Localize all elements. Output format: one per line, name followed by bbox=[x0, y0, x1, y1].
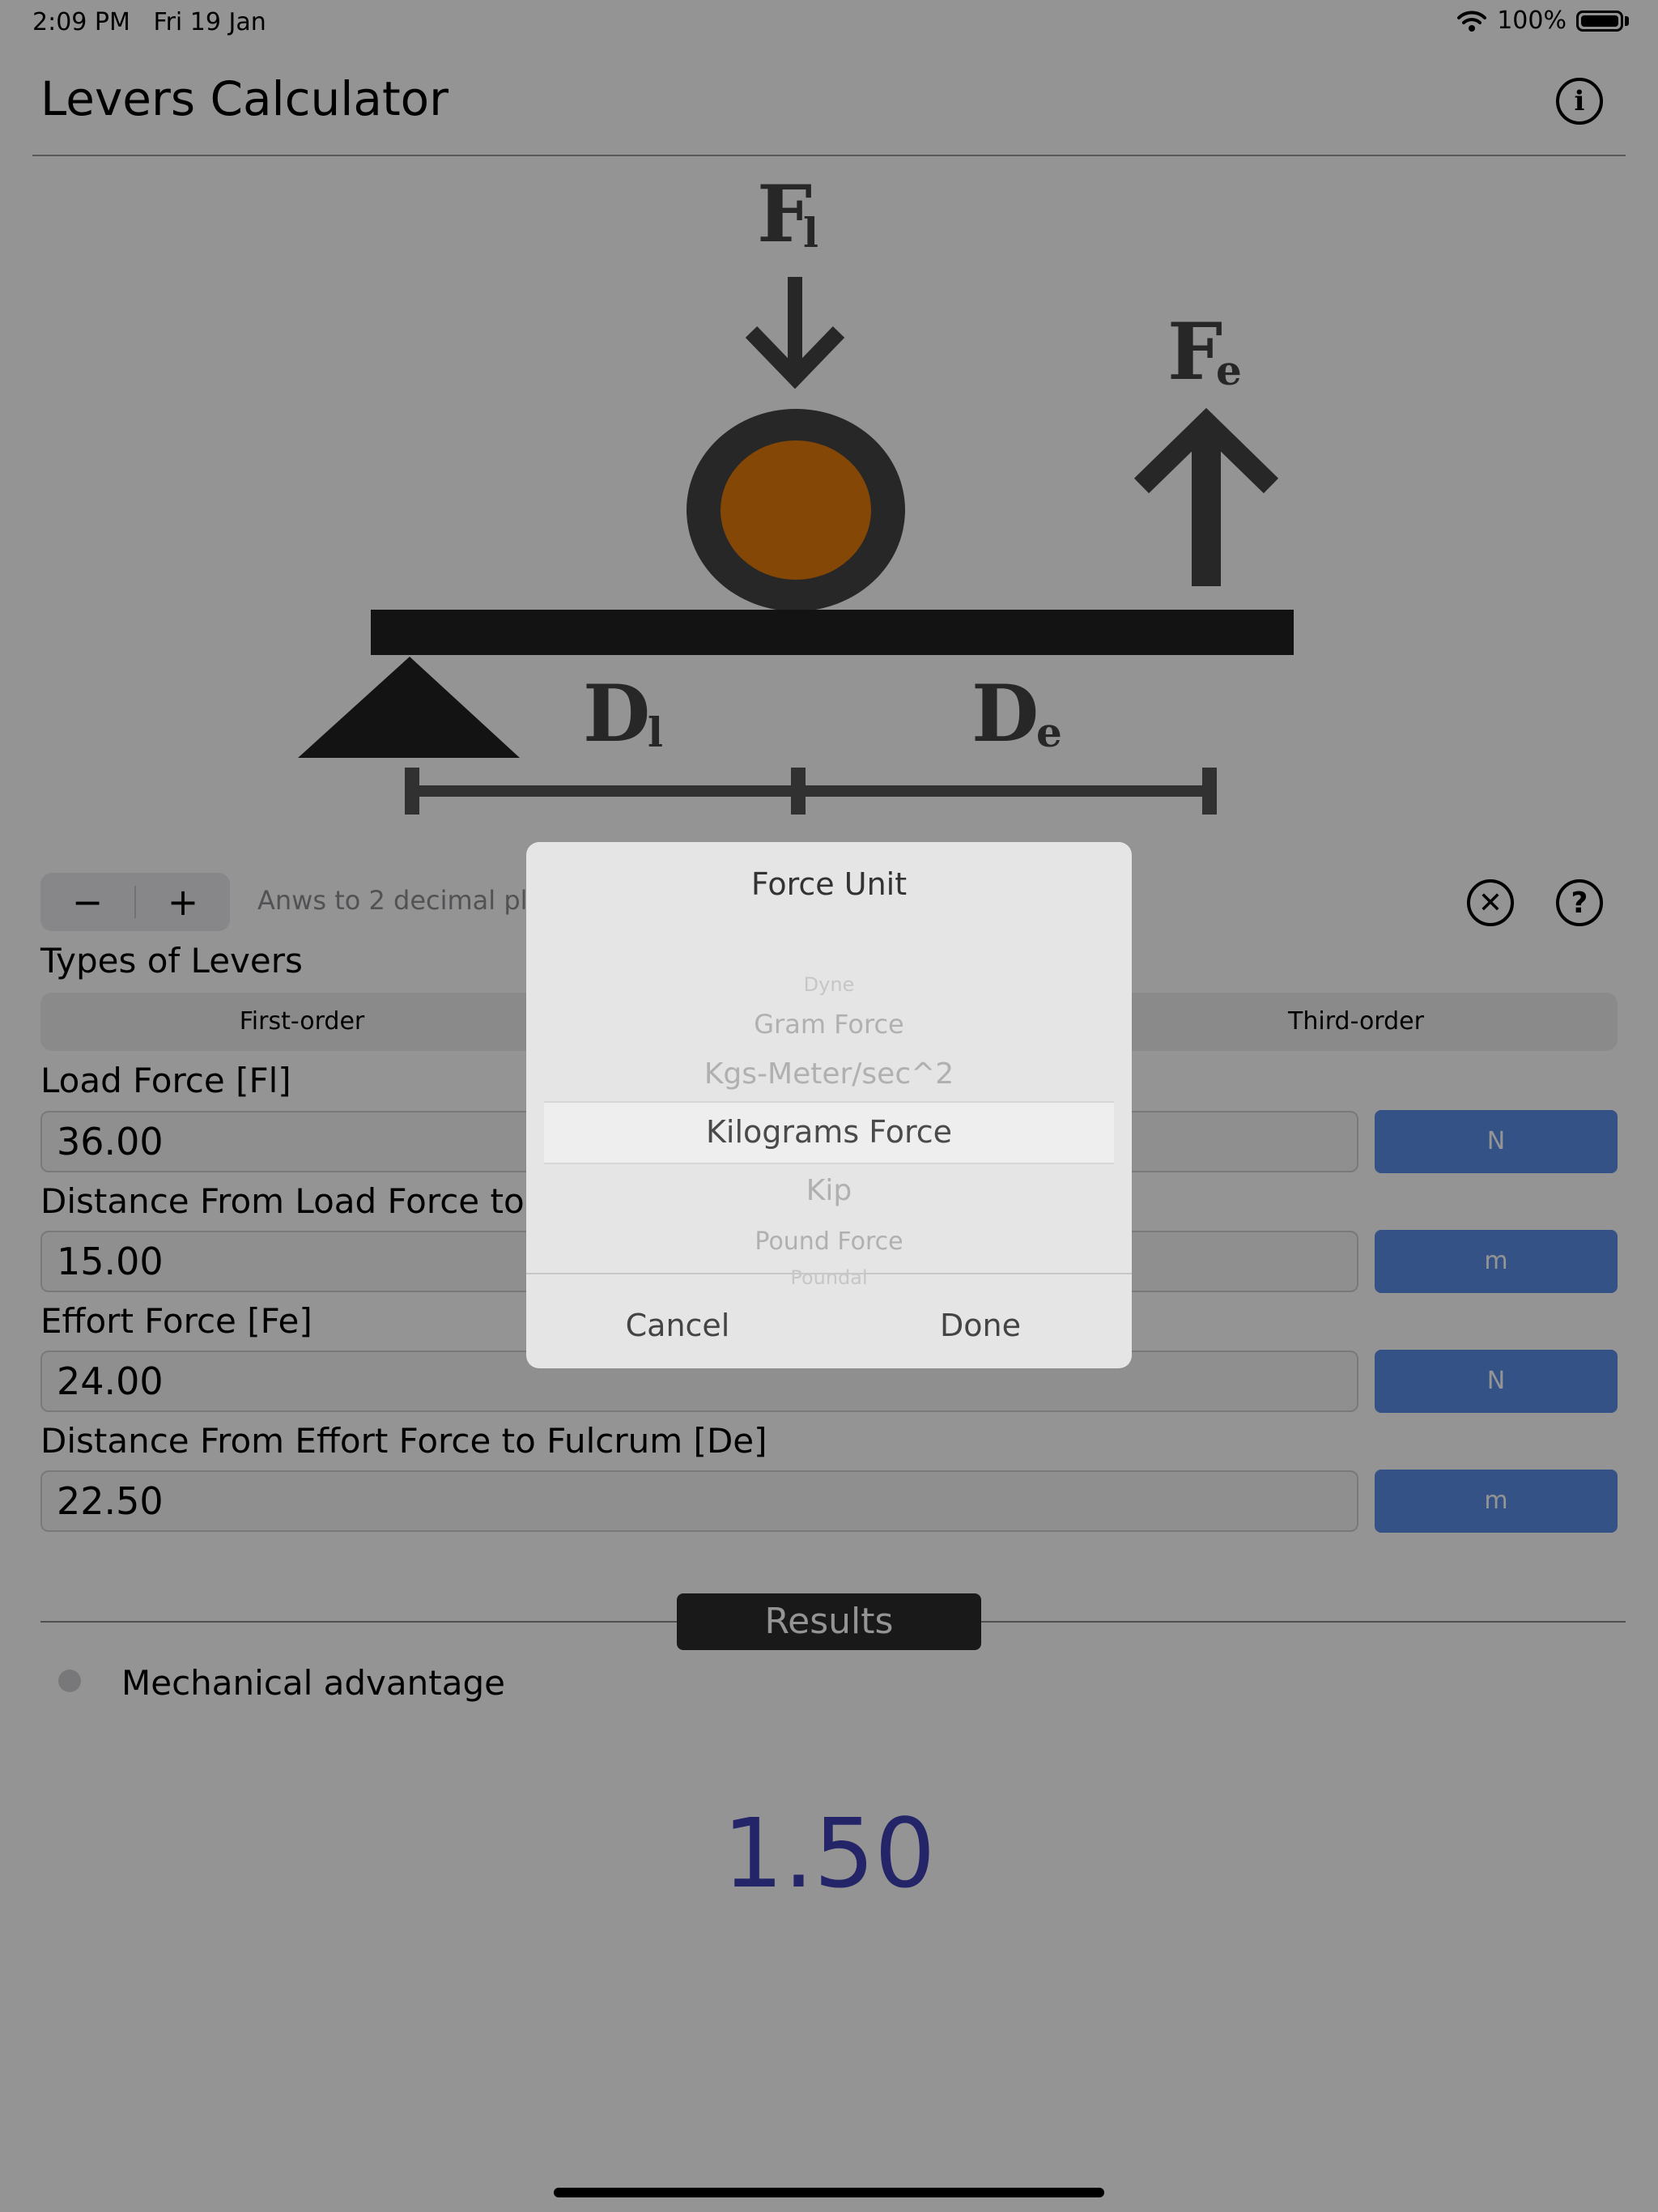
alert-separator bbox=[526, 1273, 1132, 1274]
picker-item[interactable]: Dyne bbox=[544, 973, 1114, 996]
picker-item-selected[interactable]: Kilograms Force bbox=[544, 1114, 1114, 1150]
force-unit-alert: Force Unit Dyne Gram Force Kgs-Meter/sec… bbox=[526, 842, 1132, 1368]
picker-item[interactable]: Kip bbox=[544, 1174, 1114, 1207]
picker-item[interactable]: Gram Force bbox=[544, 1009, 1114, 1040]
picker-item[interactable]: Kgs-Meter/sec^2 bbox=[544, 1057, 1114, 1091]
picker-item[interactable]: Poundal bbox=[544, 1266, 1114, 1289]
picker-item[interactable]: Pound Force bbox=[544, 1227, 1114, 1256]
done-button[interactable]: Done bbox=[829, 1308, 1132, 1343]
force-unit-picker[interactable]: Dyne Gram Force Kgs-Meter/sec^2 Kilogram… bbox=[544, 931, 1114, 1295]
alert-title: Force Unit bbox=[750, 866, 908, 902]
cancel-button[interactable]: Cancel bbox=[526, 1308, 829, 1343]
